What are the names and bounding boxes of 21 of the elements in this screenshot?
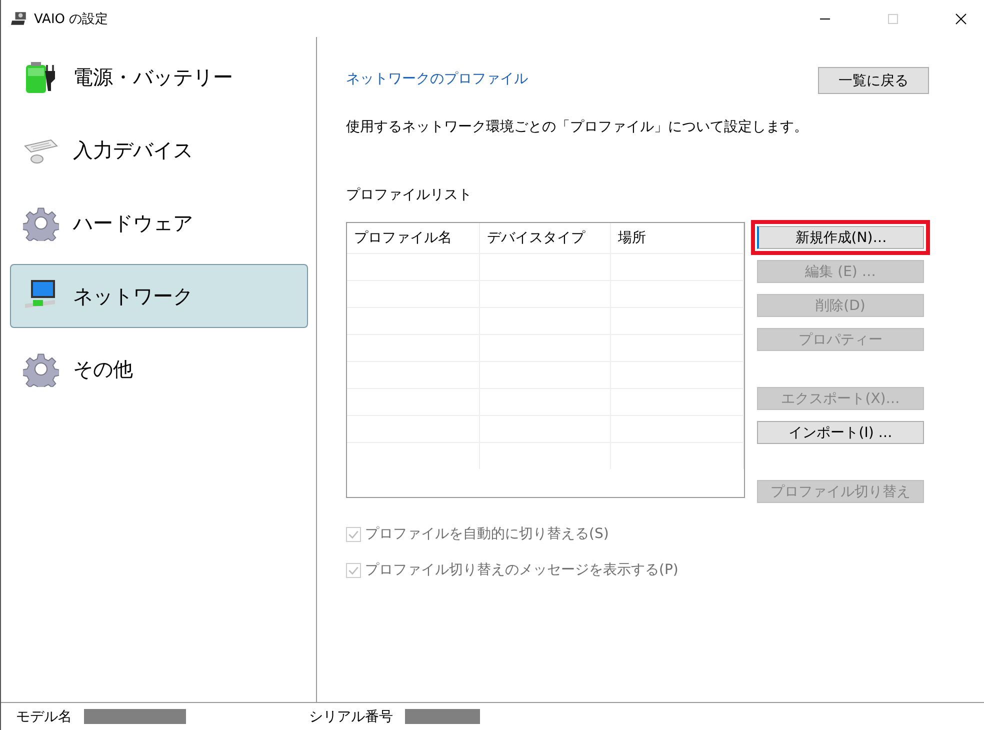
back-button[interactable]: 一覧に戻る [818, 67, 929, 94]
gear-icon [23, 205, 59, 241]
sidebar-item[interactable]: 電源・バッテリー [10, 45, 308, 109]
status-label: シリアル番号 [309, 708, 393, 726]
sidebar-item[interactable]: その他 [10, 337, 308, 401]
section-label: プロファイルリスト [346, 186, 473, 204]
page-heading: ネットワークのプロファイル [346, 70, 528, 88]
column-header[interactable]: デバイスタイプ [480, 223, 611, 253]
column-header[interactable]: プロファイル名 [347, 223, 480, 253]
column-header[interactable]: 場所 [611, 223, 744, 253]
action-button[interactable]: インポート(I) … [757, 421, 924, 444]
checkbox-label: プロファイルを自動的に切り替える(S) [365, 525, 609, 543]
status-label: モデル名 [16, 708, 72, 726]
checkbox-label: プロファイル切り替えのメッセージを表示する(P) [365, 561, 678, 579]
sidebar-item[interactable]: ネットワーク [10, 264, 308, 328]
laptop-icon [11, 10, 28, 27]
sidebar-item[interactable]: 入力デバイス [10, 118, 308, 182]
window-title: VAIO の設定 [34, 10, 108, 28]
gear-icon [23, 351, 59, 387]
sidebar-item[interactable]: ハードウェア [10, 191, 308, 255]
description-text: 使用するネットワーク環境ごとの「プロファイル」について設定します。 [346, 118, 809, 136]
